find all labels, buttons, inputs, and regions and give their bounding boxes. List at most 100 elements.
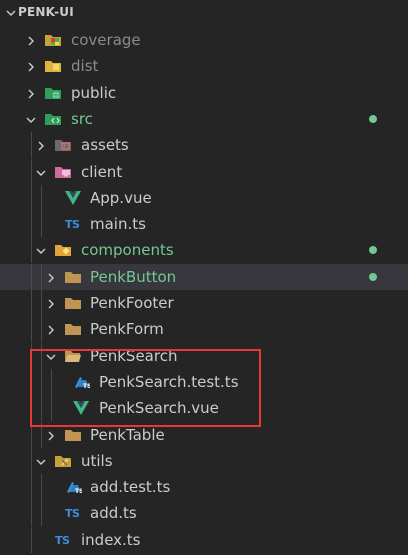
indent-guide: [41, 421, 42, 448]
folder-public-icon: [44, 85, 62, 101]
folder-open-icon: [64, 348, 82, 364]
chevron-right-icon[interactable]: [44, 322, 58, 336]
chevron-down-icon[interactable]: [44, 349, 58, 363]
indent-guide: [41, 342, 42, 369]
tree-item-label: public: [71, 83, 117, 102]
indent-guide: [41, 211, 42, 238]
indent-guide: [51, 395, 52, 422]
indent-guide: [31, 316, 32, 343]
chevron-down-icon[interactable]: [24, 112, 38, 126]
tree-folder-coverage[interactable]: coverage: [0, 27, 408, 53]
folder-icon: [64, 321, 82, 337]
tree-folder-dist[interactable]: dist: [0, 53, 408, 79]
chevron-down-icon[interactable]: [34, 454, 48, 468]
indent-guide: [41, 368, 42, 395]
indent-guide: [31, 447, 32, 474]
tree-file-penksearch-test-ts[interactable]: TS PenkSearch.test.ts: [0, 368, 408, 395]
folder-utils-icon: [54, 453, 72, 469]
ts-icon: TS: [55, 533, 70, 547]
indent-guide: [31, 263, 32, 290]
chevron-right-icon[interactable]: [24, 33, 38, 47]
tree-folder-utils[interactable]: utils: [0, 447, 408, 474]
indent-guide: [31, 342, 32, 369]
vue-icon: [72, 400, 90, 416]
folder-icon: [64, 269, 82, 285]
tree-item-label: PenkSearch: [90, 346, 178, 365]
tree-folder-penksearch[interactable]: PenkSearch: [0, 342, 408, 369]
explorer-root-header[interactable]: PENK-UI: [0, 0, 408, 26]
tree-file-add-ts[interactable]: TS add.ts: [0, 500, 408, 527]
tree-file-main-ts[interactable]: TS main.ts: [0, 211, 408, 238]
indent-guide: [41, 290, 42, 316]
indent-guide: [41, 263, 42, 290]
tree-item-label: PenkSearch.vue: [99, 399, 219, 418]
modified-dot-icon: [369, 246, 377, 255]
svg-text:TS: TS: [83, 383, 90, 390]
indent-guide: [31, 526, 32, 553]
folder-dist-icon: [44, 58, 62, 74]
tree-folder-penktable[interactable]: PenkTable: [0, 421, 408, 448]
tree-folder-assets[interactable]: assets: [0, 132, 408, 159]
tree-file-app-vue[interactable]: App.vue: [0, 184, 408, 211]
tree-item-label: PenkForm: [90, 320, 164, 339]
svg-text:TS: TS: [75, 488, 82, 495]
tree-item-label: add.ts: [90, 504, 137, 523]
indent-guide: [31, 211, 32, 238]
tree-item-label: assets: [81, 136, 129, 155]
chevron-right-icon[interactable]: [44, 270, 58, 284]
file-explorer: PENK-UI coverage dist public src assets clien…: [0, 0, 408, 555]
indent-guide: [41, 316, 42, 343]
folder-icon: [64, 295, 82, 311]
indent-guide: [31, 290, 32, 316]
indent-guide: [31, 132, 32, 159]
vue-icon: [64, 190, 82, 206]
chevron-down-icon: [6, 10, 16, 16]
tree-item-label: PenkFooter: [90, 294, 174, 312]
indent-guide: [31, 474, 32, 501]
tree-item-label: add.test.ts: [90, 478, 171, 497]
tree-item-label: components: [81, 241, 174, 260]
tree-folder-public[interactable]: public: [0, 80, 408, 106]
folder-coverage-icon: [44, 32, 62, 48]
indent-guide: [31, 158, 32, 185]
tree-item-label: client: [81, 162, 123, 181]
folder-client-icon: [54, 164, 72, 180]
tree-item-label: utils: [81, 451, 113, 470]
modified-dot-icon: [369, 272, 377, 281]
chevron-right-icon[interactable]: [34, 138, 48, 152]
ts-icon: TS: [65, 507, 80, 521]
indent-guide: [41, 474, 42, 501]
tree-folder-penkbutton[interactable]: PenkButton: [0, 263, 408, 290]
chevron-right-icon[interactable]: [44, 428, 58, 442]
chevron-right-icon[interactable]: [24, 86, 38, 100]
test-ts-icon: TS: [72, 374, 91, 390]
tree-item-label: PenkSearch.test.ts: [99, 372, 239, 391]
chevron-right-icon[interactable]: [24, 59, 38, 73]
tree-file-index-ts[interactable]: TS index.ts: [0, 526, 408, 553]
folder-components-icon: [54, 242, 72, 258]
modified-dot-icon: [369, 114, 377, 123]
tree-item-label: App.vue: [90, 188, 152, 207]
indent-guide: [31, 237, 32, 264]
tree-file-add-test-ts[interactable]: TS add.test.ts: [0, 474, 408, 501]
test-ts-icon: TS: [64, 479, 83, 495]
indent-guide: [31, 184, 32, 211]
tree-folder-src[interactable]: src: [0, 106, 408, 132]
tree-file-penksearch-vue[interactable]: PenkSearch.vue: [0, 395, 408, 422]
indent-guide: [31, 368, 32, 395]
tree-item-label: coverage: [71, 31, 141, 49]
indent-guide: [51, 368, 52, 395]
tree-folder-components[interactable]: components: [0, 237, 408, 264]
chevron-down-icon[interactable]: [34, 165, 48, 179]
indent-guide: [31, 421, 32, 448]
tree-folder-penkfooter[interactable]: PenkFooter: [0, 290, 408, 316]
chevron-right-icon[interactable]: [44, 296, 58, 310]
chevron-down-icon[interactable]: [34, 243, 48, 257]
tree-folder-client[interactable]: client: [0, 158, 408, 185]
tree-item-label: src: [71, 109, 93, 128]
ts-icon: TS: [65, 218, 80, 232]
tree-item-label: index.ts: [81, 530, 141, 549]
tree-item-label: PenkButton: [90, 267, 177, 286]
tree-folder-penkform[interactable]: PenkForm: [0, 316, 408, 343]
indent-guide: [31, 500, 32, 527]
